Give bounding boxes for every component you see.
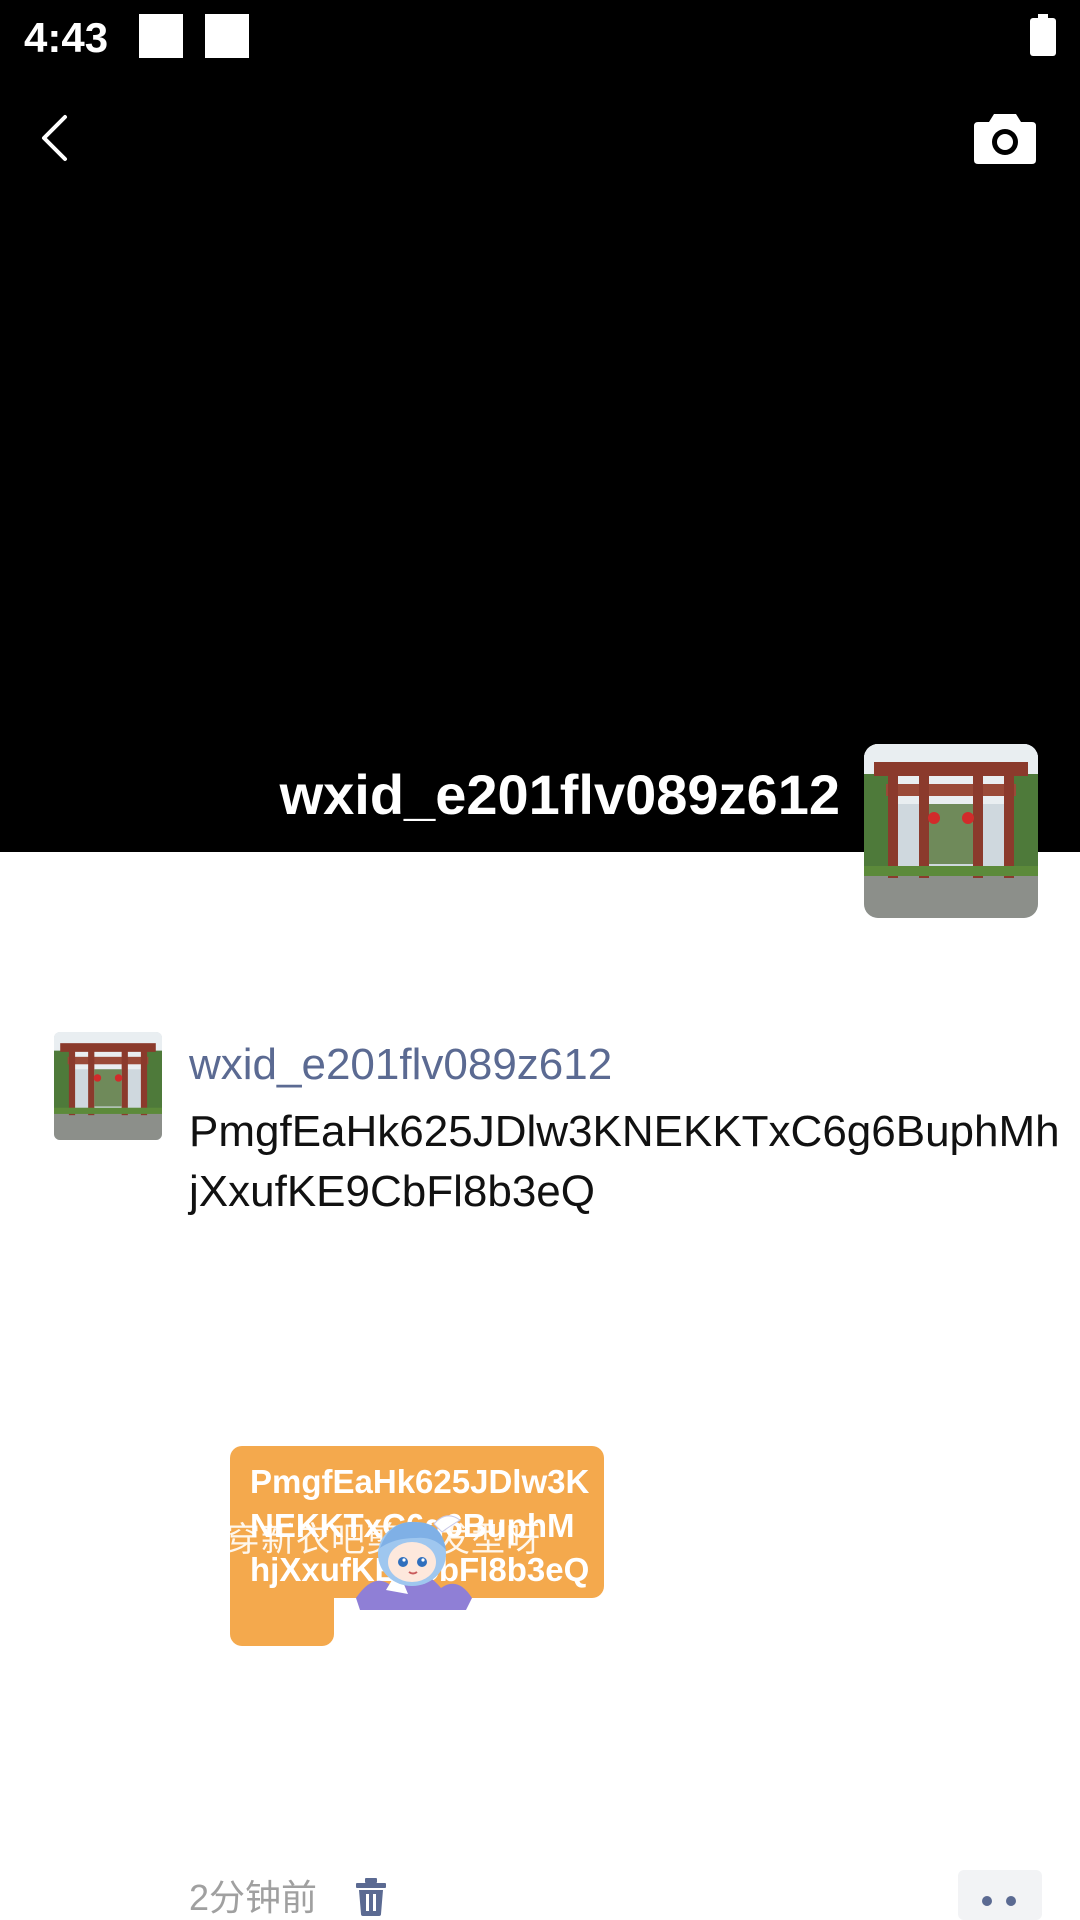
camera-button[interactable]: [972, 110, 1038, 166]
back-button[interactable]: [30, 108, 78, 168]
post-footer: 2分钟前: [0, 1870, 1080, 1920]
post-username[interactable]: wxid_e201flv089z612: [189, 1038, 612, 1092]
status-bar: 4:43: [0, 0, 1080, 80]
anime-character-icon: [356, 1515, 472, 1610]
more-dots-icon: [982, 1896, 992, 1906]
archway-photo-icon: [54, 1032, 162, 1140]
post-text: PmgfEaHk625JDlw3KNEKKTxC6g6BuphMhjXxufKE…: [189, 1107, 1060, 1216]
post-avatar[interactable]: [54, 1032, 162, 1140]
battery-icon: [1030, 14, 1056, 56]
cover-username[interactable]: wxid_e201flv089z612: [280, 762, 840, 828]
camera-icon: [974, 114, 1036, 164]
more-dots-icon: [1006, 1896, 1016, 1906]
more-button[interactable]: [958, 1870, 1042, 1920]
chevron-left-icon: [42, 115, 67, 161]
trash-icon[interactable]: [354, 1878, 388, 1916]
cover-avatar[interactable]: [864, 744, 1038, 918]
status-time: 4:43: [24, 14, 109, 61]
notification-icon: [139, 14, 183, 58]
notification-icon: [205, 14, 249, 58]
cover-background[interactable]: [0, 0, 1080, 852]
sticker-image[interactable]: PmgfEaHk625JDlw3KNEKKTxC6g6BuphMhjXxufKE…: [226, 1446, 604, 1646]
archway-photo-icon: [864, 744, 1038, 918]
timestamp: 2分钟前: [189, 1877, 318, 1918]
